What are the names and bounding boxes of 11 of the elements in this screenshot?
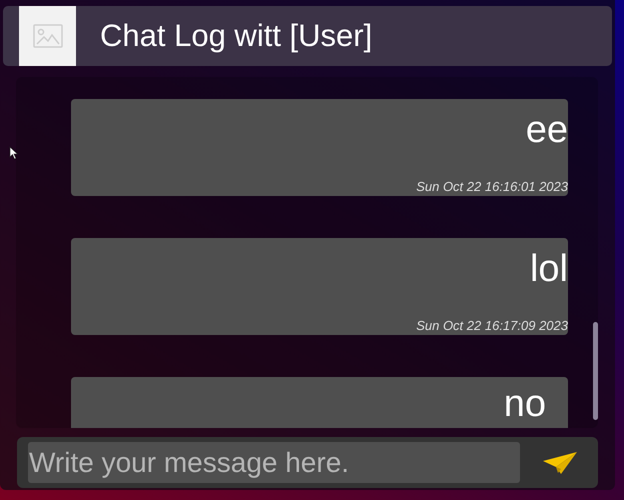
message-text: no [504, 385, 546, 423]
message-input[interactable]: Write your message here. [28, 442, 520, 483]
mouse-pointer-icon [9, 146, 18, 160]
message-text: lol [530, 250, 568, 288]
message-timestamp: Sun Oct 22 16:17:09 2023 [416, 318, 568, 333]
message-timestamp: Sun Oct 22 16:16:01 2023 [416, 179, 568, 194]
image-placeholder-icon [32, 24, 62, 48]
message-text: ee [526, 111, 568, 149]
scrollbar-thumb[interactable] [593, 322, 598, 420]
chat-title: Chat Log witt [User] [100, 18, 372, 54]
paper-plane-icon [542, 450, 578, 474]
